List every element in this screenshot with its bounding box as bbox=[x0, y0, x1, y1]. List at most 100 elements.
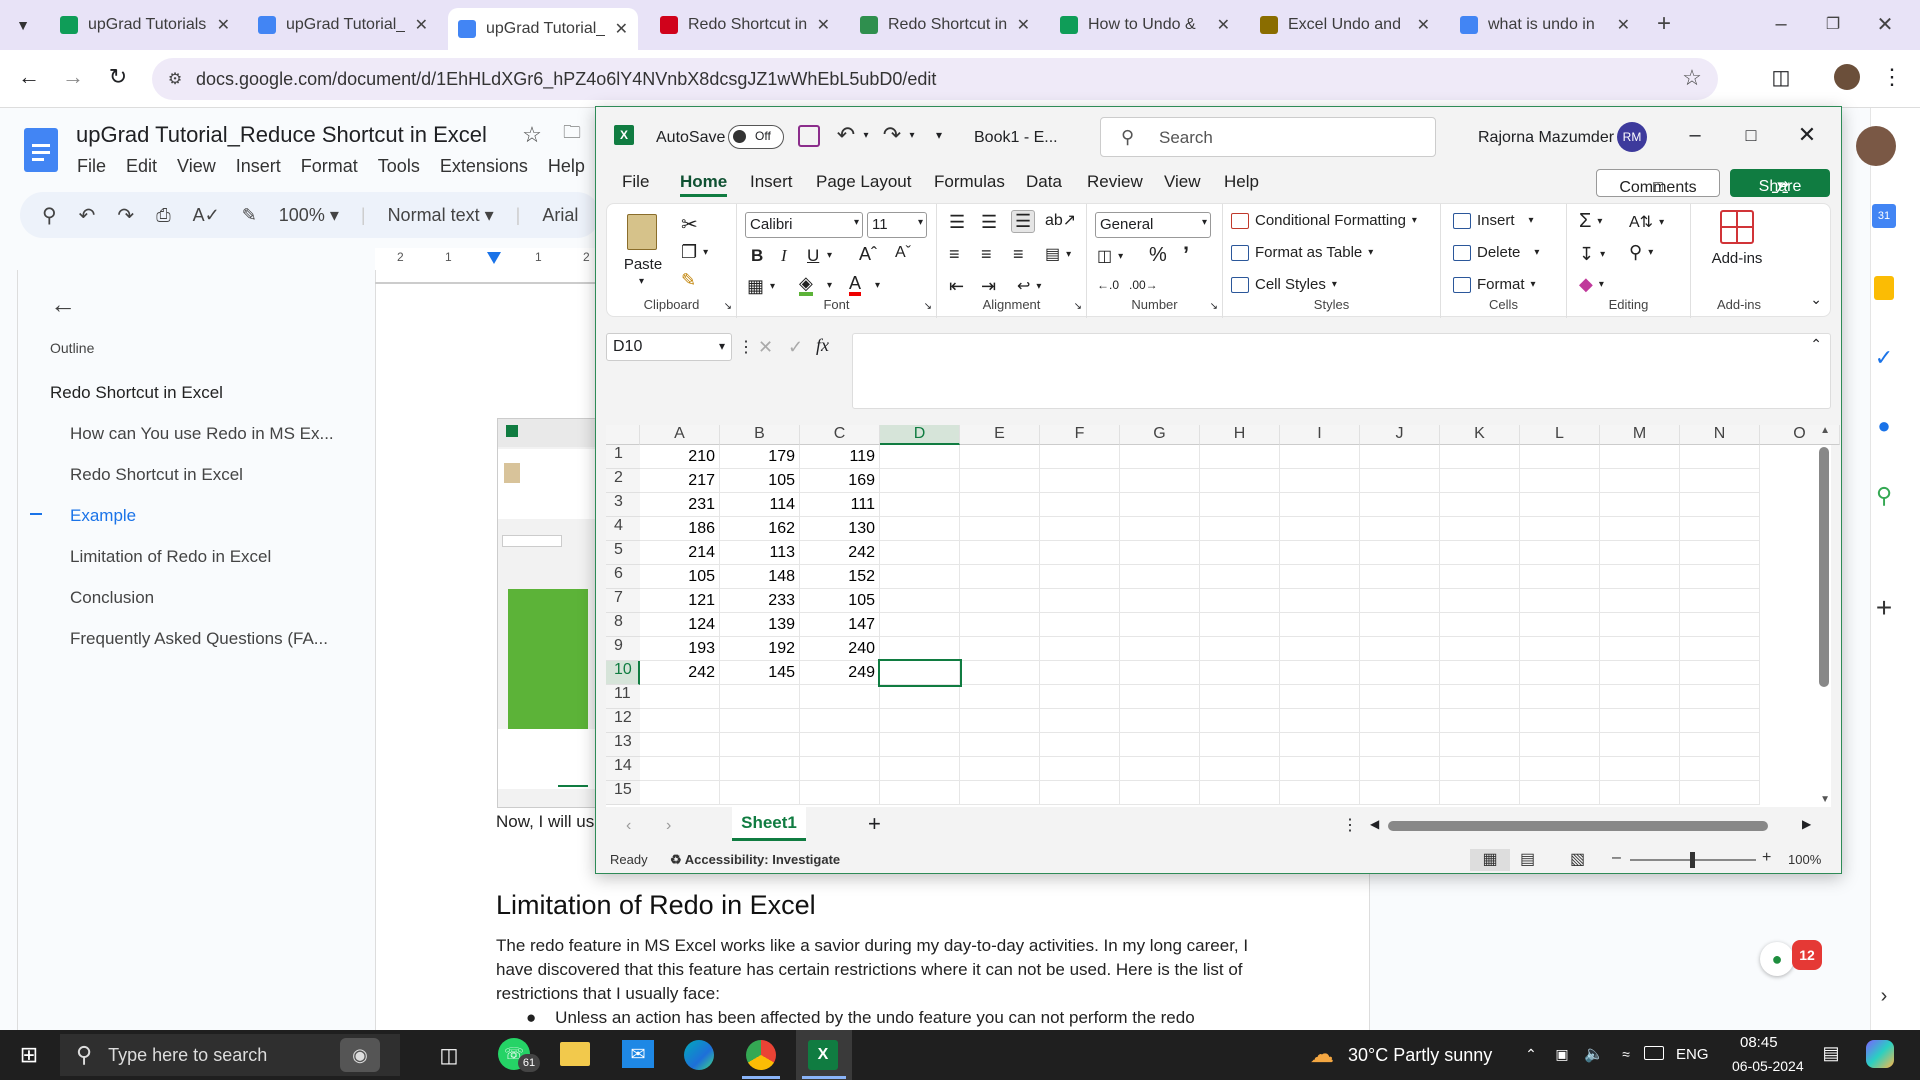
format-painter-icon[interactable]: ✎ bbox=[681, 270, 696, 291]
volume-icon[interactable]: 🔈 bbox=[1584, 1044, 1604, 1064]
comments-button[interactable]: □ Comments bbox=[1596, 169, 1720, 197]
collapse-ribbon-icon[interactable]: ⌄ bbox=[1810, 291, 1822, 308]
merge-center-icon[interactable]: ▤ ▾ bbox=[1045, 244, 1071, 264]
cell[interactable] bbox=[1120, 541, 1200, 565]
row-header[interactable]: 11 bbox=[606, 685, 640, 709]
paint-format-icon[interactable]: ✎ bbox=[242, 205, 257, 226]
redo-icon[interactable]: ↷ bbox=[880, 122, 904, 147]
workbook-name[interactable]: Book1 - E... bbox=[974, 129, 1058, 147]
cell[interactable]: 105 bbox=[800, 589, 880, 613]
outline-item[interactable]: Limitation of Redo in Excel bbox=[50, 547, 350, 567]
cell[interactable] bbox=[960, 661, 1040, 685]
formula-options-icon[interactable]: ⋮ bbox=[738, 337, 754, 357]
excel-maximize-icon[interactable]: □ bbox=[1736, 121, 1766, 149]
move-folder-icon[interactable]: 🗀 bbox=[560, 122, 584, 147]
cell[interactable] bbox=[1360, 685, 1440, 709]
cell[interactable] bbox=[880, 565, 960, 589]
cell[interactable] bbox=[1040, 541, 1120, 565]
menu-item[interactable]: Help bbox=[548, 156, 585, 176]
align-middle-icon[interactable]: ☰ bbox=[981, 212, 997, 233]
cell[interactable] bbox=[880, 613, 960, 637]
font-name-select[interactable]: Calibri ▾ bbox=[745, 212, 863, 238]
battery-icon[interactable] bbox=[1644, 1046, 1664, 1060]
cell[interactable] bbox=[880, 685, 960, 709]
align-bottom-icon[interactable]: ☰ bbox=[1011, 210, 1036, 233]
cell[interactable] bbox=[1040, 781, 1120, 805]
cell[interactable] bbox=[1040, 493, 1120, 517]
taskbar-search[interactable]: ⚲ Type here to search ◉ bbox=[60, 1034, 400, 1076]
maps-icon[interactable]: ⚲ bbox=[1872, 483, 1896, 508]
cell[interactable] bbox=[1520, 637, 1600, 661]
weather-text[interactable]: 30°C Partly sunny bbox=[1348, 1045, 1492, 1066]
cell[interactable] bbox=[1360, 541, 1440, 565]
cell[interactable] bbox=[800, 709, 880, 733]
outline-back-icon[interactable]: ← bbox=[48, 289, 78, 319]
cell[interactable] bbox=[800, 781, 880, 805]
cell[interactable] bbox=[720, 757, 800, 781]
wrap-text-icon[interactable]: ↩ ▾ bbox=[1017, 276, 1041, 296]
horizontal-ruler[interactable]: 2 1 1 2 bbox=[375, 248, 605, 270]
embedded-screenshot[interactable] bbox=[497, 418, 598, 808]
cell[interactable] bbox=[1040, 517, 1120, 541]
row-header[interactable]: 12 bbox=[606, 709, 640, 733]
cell[interactable] bbox=[1120, 565, 1200, 589]
menu-item[interactable]: Extensions bbox=[440, 156, 528, 176]
cell[interactable] bbox=[1360, 565, 1440, 589]
cell[interactable] bbox=[1280, 541, 1360, 565]
cell[interactable] bbox=[1200, 493, 1280, 517]
tab-close-icon[interactable]: ✕ bbox=[1217, 15, 1230, 35]
cell[interactable] bbox=[1280, 685, 1360, 709]
scroll-left-icon[interactable]: ◀ bbox=[1370, 817, 1379, 831]
tab-close-icon[interactable]: ✕ bbox=[1417, 15, 1430, 35]
cell[interactable] bbox=[1120, 517, 1200, 541]
indent-marker[interactable] bbox=[487, 252, 501, 264]
browser-tab[interactable]: upGrad Tutorials ✕ bbox=[50, 8, 240, 42]
page-break-view-icon[interactable]: ▧ bbox=[1570, 849, 1585, 869]
align-right-icon[interactable]: ≡ bbox=[1013, 244, 1024, 265]
outline-item[interactable]: Redo Shortcut in Excel bbox=[50, 465, 350, 485]
cell[interactable] bbox=[960, 445, 1040, 469]
share-button[interactable]: ⎇ Share ▾ bbox=[1730, 169, 1830, 197]
row-header[interactable]: 5 bbox=[606, 541, 640, 565]
cell[interactable] bbox=[1520, 589, 1600, 613]
column-header[interactable]: G bbox=[1120, 425, 1200, 445]
row-header[interactable]: 2 bbox=[606, 469, 640, 493]
cell[interactable] bbox=[1200, 445, 1280, 469]
conditional-formatting-button[interactable]: Conditional Formatting ▾ bbox=[1231, 212, 1417, 229]
cell[interactable] bbox=[1120, 661, 1200, 685]
zoom-out-icon[interactable]: – bbox=[1612, 849, 1621, 867]
align-top-icon[interactable]: ☰ bbox=[949, 212, 965, 233]
select-all-corner[interactable] bbox=[606, 425, 640, 445]
cell[interactable]: 214 bbox=[640, 541, 720, 565]
cell[interactable] bbox=[1280, 733, 1360, 757]
cell[interactable] bbox=[880, 445, 960, 469]
decrease-font-icon[interactable]: Aˇ bbox=[895, 244, 911, 262]
cell[interactable] bbox=[1120, 613, 1200, 637]
keep-icon[interactable] bbox=[1874, 276, 1894, 300]
cell[interactable] bbox=[1120, 469, 1200, 493]
cell[interactable] bbox=[640, 781, 720, 805]
cell[interactable] bbox=[1520, 493, 1600, 517]
cell[interactable] bbox=[1600, 469, 1680, 493]
cell[interactable] bbox=[1040, 469, 1120, 493]
cell[interactable] bbox=[1440, 517, 1520, 541]
new-tab-icon[interactable]: + bbox=[1650, 10, 1678, 38]
windows-start-icon[interactable]: ⊞ bbox=[18, 1042, 40, 1067]
browser-tab[interactable]: upGrad Tutorial_ ✕ bbox=[448, 8, 638, 50]
mail-icon[interactable]: ✉ bbox=[622, 1040, 654, 1068]
cell[interactable] bbox=[1280, 637, 1360, 661]
cell[interactable] bbox=[800, 757, 880, 781]
tasks-icon[interactable]: ✓ bbox=[1872, 345, 1896, 370]
cell[interactable] bbox=[880, 493, 960, 517]
cell[interactable]: 113 bbox=[720, 541, 800, 565]
cell[interactable] bbox=[880, 541, 960, 565]
cell[interactable]: 105 bbox=[720, 469, 800, 493]
cell[interactable] bbox=[960, 469, 1040, 493]
language-indicator[interactable]: ENG bbox=[1676, 1046, 1709, 1063]
cell[interactable] bbox=[1680, 709, 1760, 733]
zoom-select[interactable]: 100% ▾ bbox=[279, 205, 339, 226]
row-header[interactable]: 3 bbox=[606, 493, 640, 517]
cell[interactable] bbox=[960, 685, 1040, 709]
tab-insert[interactable]: Insert bbox=[750, 172, 793, 192]
cell[interactable] bbox=[1200, 757, 1280, 781]
